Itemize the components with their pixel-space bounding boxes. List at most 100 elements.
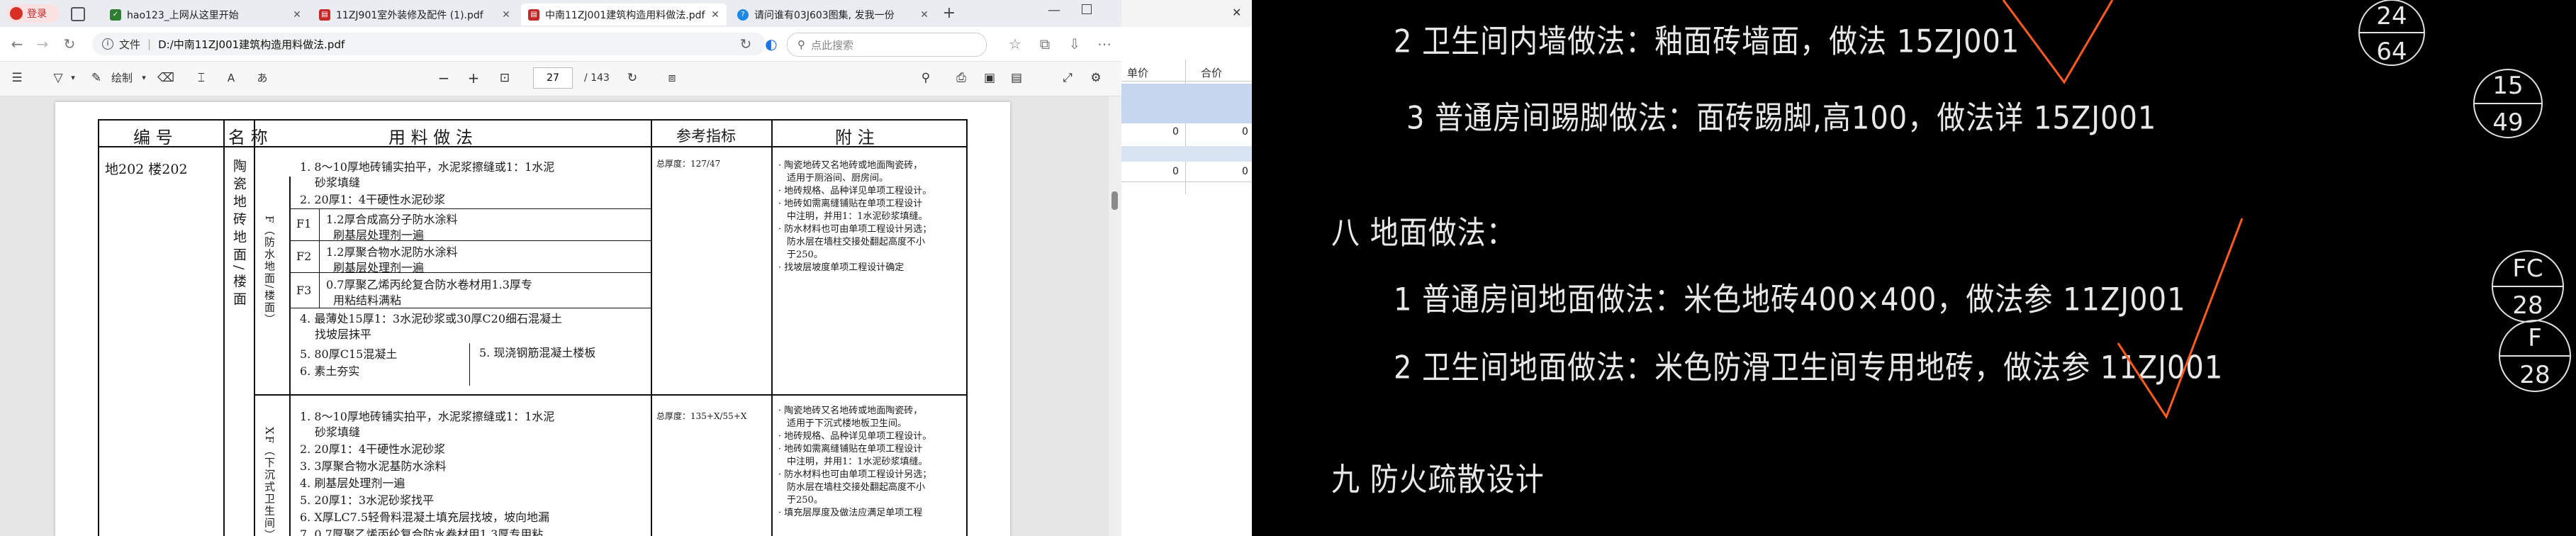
detail-callout: 24 64 [2358,0,2425,66]
draw-label[interactable]: 绘制 [106,69,138,87]
selected-row[interactable] [1121,146,1252,162]
callout-bottom: 49 [2492,108,2523,137]
highlight-icon[interactable]: ▽ [50,69,67,87]
f-line: 0.7厚聚乙烯丙纶复合防水卷材用1.3厚专 [326,278,532,291]
note-line: 适用于厕浴间、厨房间。 [787,173,889,184]
cell-value[interactable]: 0 [1242,126,1248,138]
f-line: 刷基层处理剂一遍 [333,261,425,274]
cell-value[interactable]: 0 [1242,166,1248,177]
table-border [98,119,966,121]
save-icon[interactable]: ▣ [981,69,998,87]
spreadsheet-grid[interactable] [1121,60,1252,536]
close-icon[interactable]: ✕ [710,9,721,21]
info-icon: i [102,38,113,50]
step-line: 砂浆填缝 [315,425,361,439]
callout-bottom: 28 [2519,361,2550,389]
cell-value[interactable]: 0 [1172,126,1179,138]
grid-line [1121,81,1252,82]
tab-pdf-901[interactable]: ▤ 11ZJ901室外装修及配件 (1).pdf ✕ [312,4,517,26]
tab-title: 请问谁有03J603图集, 发我一份 [754,9,895,21]
scrollbar[interactable] [1109,96,1121,536]
pdf-icon: ▤ [528,9,539,21]
close-icon[interactable]: ✕ [1232,6,1241,19]
tab-question[interactable]: ? 请问谁有03J603图集, 发我一份 ✕ [730,4,936,26]
read-mode-label[interactable]: あ [254,69,271,87]
text-icon[interactable]: ⌶ [193,69,210,87]
column-header: 单价 [1127,67,1149,79]
scrollbar-thumb[interactable] [1111,191,1118,210]
note-line: · 防水材料也可由单项工程设计另选； [778,224,932,235]
tab-title: hao123_上网从这里开始 [127,9,239,21]
close-icon[interactable]: ✕ [291,9,303,21]
page-number-input[interactable]: 27 [533,67,573,89]
save-as-icon[interactable]: ▤ [1008,69,1025,87]
total-pages: / 143 [584,72,610,84]
variant-label-xf: XF（下沉式卫生间） [263,427,276,536]
step-line: 2. 20厚1：4干硬性水泥砂浆 [300,442,446,456]
note-line: · 填充层厚度及做法应满足单项工程 [778,508,923,518]
step-line: 5. 现浇钢筋混凝土楼板 [479,346,596,359]
zoom-out-button[interactable]: − [435,69,452,87]
url-prefix: 文件 [119,38,141,51]
settings-icon[interactable]: ⚙ [1087,69,1104,87]
header-index: 参考指标 [676,128,736,145]
toc-icon[interactable]: ☰ [9,69,26,87]
table-border [289,177,291,394]
chevron-down-icon[interactable]: ▾ [68,69,78,87]
profile-button[interactable]: 登录 [6,4,60,23]
url-text[interactable]: D:/中南11ZJ001建筑构造用料做法.pdf [158,37,345,52]
cad-drawing-area[interactable]: 2 卫生间内墙做法：釉面砖墙面，做法 15ZJ001 3 普通房间踢脚做法：面砖… [1252,0,2576,536]
zoom-in-button[interactable]: + [465,69,482,87]
text-size-label[interactable]: A [223,69,240,87]
fullscreen-icon[interactable]: ⤢ [1059,69,1076,87]
refresh-icon[interactable]: ↻ [61,35,78,52]
search-placeholder: 点此搜索 [811,38,854,52]
back-icon[interactable]: ← [9,35,26,52]
step-line: 找坡层抹平 [315,328,372,341]
detail-callout: FC 28 [2492,250,2564,323]
rotate-icon[interactable]: ↻ [624,69,641,87]
fit-page-icon[interactable]: ⊡ [496,69,513,87]
read-aloud-icon[interactable]: ↻ [737,35,754,52]
extension-icon[interactable]: ◐ [763,35,780,52]
table-border [771,119,773,536]
close-icon[interactable]: ✕ [500,9,512,21]
table-border [223,119,225,536]
column-header: 合价 [1201,67,1223,79]
browser-window: 登录 ✓ hao123_上网从这里开始 ✕ ▤ 11ZJ901室外装修及配件 (… [0,0,1121,536]
table-border [254,394,966,396]
favorite-icon[interactable]: ☆ [1007,35,1024,52]
cell-value[interactable]: 0 [1172,166,1179,177]
eraser-icon[interactable]: ⌫ [157,69,174,87]
chevron-down-icon[interactable]: ▾ [139,69,149,87]
selected-row[interactable] [1121,84,1252,123]
table-border [966,119,968,536]
step-line: 4. 最薄处15厚1：3水泥砂浆或30厚C20细石混凝土 [300,312,563,325]
detail-callout: 15 49 [2473,69,2543,138]
close-icon[interactable]: ✕ [919,9,930,21]
note-line: · 地砖规格、品种详见单项工程设计。 [778,186,932,196]
draw-icon[interactable]: ✎ [88,69,105,87]
search-icon[interactable]: ⚲ [917,69,934,87]
header-notes: 附 注 [835,128,875,147]
print-icon[interactable]: ⎙ [953,69,970,87]
downloads-icon[interactable]: ⇩ [1066,35,1083,52]
tab-actions-icon[interactable] [71,7,85,21]
menu-icon[interactable]: ⋯ [1096,35,1113,52]
note-line: · 找坡层坡度单项工程设计确定 [778,262,905,273]
minimize-icon[interactable]: — [1048,3,1060,18]
url-box[interactable]: i 文件 | D:/中南11ZJ001建筑构造用料做法.pdf [92,33,766,55]
tab-pdf-001[interactable]: ▤ 中南11ZJ001建筑构造用料做法.pdf ✕ [521,4,727,26]
search-input[interactable]: ⚲ 点此搜索 [787,33,987,57]
tab-hao123[interactable]: ✓ hao123_上网从这里开始 ✕ [103,4,308,26]
collections-icon[interactable]: ⧉ [1036,35,1053,52]
forward-icon[interactable]: → [34,35,51,52]
step-line: 1. 8～10厚地砖铺实拍平，水泥浆擦缝或1：1水泥 [300,410,555,423]
new-tab-button[interactable]: + [940,4,958,23]
callout-top: 24 [2376,2,2407,30]
f-line: 1.2厚聚合物水泥防水涂料 [326,245,458,259]
page-view-icon[interactable]: ⧈ [663,69,681,87]
search-icon: ⚲ [797,38,805,51]
note-line: · 陶瓷地砖又名地砖或地面陶瓷砖， [778,160,923,171]
maximize-icon[interactable] [1082,4,1092,14]
